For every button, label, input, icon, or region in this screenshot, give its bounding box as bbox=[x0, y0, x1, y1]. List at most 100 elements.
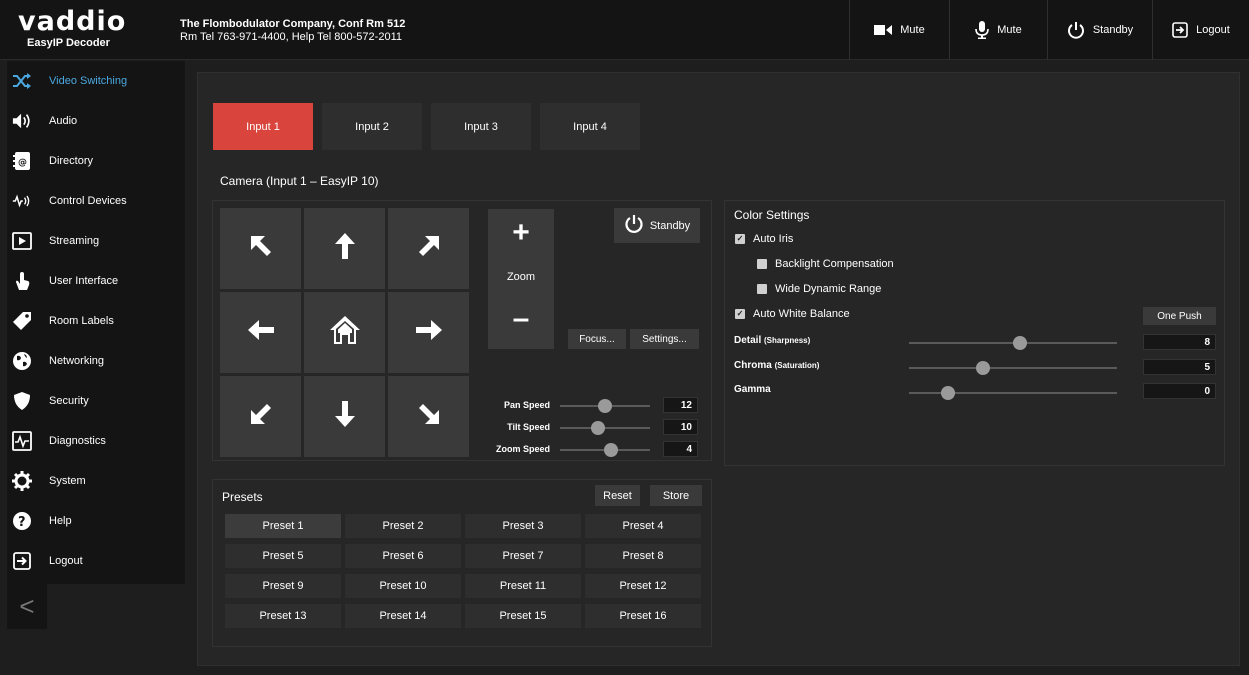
detail-sublabel: (Sharpness) bbox=[764, 336, 811, 345]
logout-icon bbox=[12, 551, 32, 571]
sidebar-item-label: Video Switching bbox=[49, 75, 128, 87]
sidebar-item-control-devices[interactable]: Control Devices bbox=[7, 181, 185, 221]
speaker-icon bbox=[12, 111, 32, 131]
header-bar: vaddio EasyIP Decoder The Flombodulator … bbox=[0, 0, 1249, 60]
tilt-up-button[interactable] bbox=[304, 208, 385, 289]
preset-button[interactable]: Preset 14 bbox=[345, 604, 461, 628]
backlight-compensation-checkbox[interactable]: Backlight Compensation bbox=[757, 258, 894, 270]
pan-speed-slider-handle[interactable] bbox=[598, 399, 612, 413]
pan-right-button[interactable] bbox=[388, 292, 469, 373]
wide-dynamic-range-checkbox[interactable]: Wide Dynamic Range bbox=[757, 283, 881, 295]
preset-button[interactable]: Preset 6 bbox=[345, 544, 461, 568]
sidebar-item-audio[interactable]: Audio bbox=[7, 101, 185, 141]
power-icon bbox=[1067, 21, 1085, 39]
auto-iris-label: Auto Iris bbox=[753, 233, 794, 245]
preset-button[interactable]: Preset 9 bbox=[225, 574, 341, 598]
sidebar-item-label: System bbox=[49, 475, 86, 487]
sidebar-item-label: Control Devices bbox=[49, 195, 127, 207]
color-settings-panel: Color Settings ✓ Auto Iris Backlight Comp… bbox=[724, 200, 1225, 466]
company-phones: Rm Tel 763-971-4400, Help Tel 800-572-20… bbox=[180, 31, 402, 43]
header-standby-button[interactable]: Standby bbox=[1047, 0, 1152, 60]
pan-left-button[interactable] bbox=[220, 292, 301, 373]
preset-button[interactable]: Preset 13 bbox=[225, 604, 341, 628]
gamma-value[interactable]: 0 bbox=[1143, 383, 1216, 399]
pan-down-right-button[interactable] bbox=[388, 376, 469, 457]
one-push-button[interactable]: One Push bbox=[1143, 307, 1216, 325]
audio-mute-button[interactable]: Mute bbox=[949, 0, 1047, 60]
preset-button[interactable]: Preset 15 bbox=[465, 604, 581, 628]
sidebar-item-label: Security bbox=[49, 395, 89, 407]
sidebar-item-streaming[interactable]: Streaming bbox=[7, 221, 185, 261]
tilt-speed-value[interactable]: 10 bbox=[663, 419, 698, 435]
sidebar-item-networking[interactable]: Networking bbox=[7, 341, 185, 381]
sidebar-item-logout[interactable]: Logout bbox=[7, 541, 185, 581]
settings-button[interactable]: Settings... bbox=[630, 329, 699, 349]
tab-input-4[interactable]: Input 4 bbox=[540, 103, 640, 150]
pan-up-left-button[interactable] bbox=[220, 208, 301, 289]
gamma-slider[interactable] bbox=[909, 392, 1117, 394]
detail-value[interactable]: 8 bbox=[1143, 334, 1216, 350]
sidebar-nav: Video Switching Audio @ Directory Contro… bbox=[7, 61, 185, 584]
sidebar-item-label: Networking bbox=[49, 355, 105, 367]
app-window: vaddio EasyIP Decoder The Flombodulator … bbox=[0, 0, 1249, 675]
presets-panel: Presets Reset Store Preset 1 Preset 2 Pres… bbox=[212, 479, 712, 647]
pan-speed-value[interactable]: 12 bbox=[663, 397, 698, 413]
arrow-down-icon bbox=[334, 400, 356, 433]
pan-up-right-button[interactable] bbox=[388, 208, 469, 289]
tab-input-2[interactable]: Input 2 bbox=[322, 103, 422, 150]
sidebar-item-directory[interactable]: @ Directory bbox=[7, 141, 185, 181]
globe-icon bbox=[12, 351, 32, 371]
video-mute-button[interactable]: Mute bbox=[849, 0, 949, 60]
tab-input-3[interactable]: Input 3 bbox=[431, 103, 531, 150]
focus-button[interactable]: Focus... bbox=[568, 329, 626, 349]
preset-button[interactable]: Preset 5 bbox=[225, 544, 341, 568]
chroma-slider-handle[interactable] bbox=[976, 361, 991, 375]
zoom-speed-value[interactable]: 4 bbox=[663, 441, 698, 457]
camera-standby-button[interactable]: Standby bbox=[614, 208, 700, 243]
sidebar-item-help[interactable]: ? Help bbox=[7, 501, 185, 541]
chevron-left-icon: < bbox=[19, 591, 35, 621]
preset-reset-button[interactable]: Reset bbox=[595, 485, 640, 506]
gear-icon bbox=[12, 471, 32, 491]
sidebar-item-diagnostics[interactable]: Diagnostics bbox=[7, 421, 185, 461]
chroma-value[interactable]: 5 bbox=[1143, 359, 1216, 375]
chroma-slider[interactable] bbox=[909, 367, 1117, 369]
preset-button[interactable]: Preset 4 bbox=[585, 514, 701, 538]
gamma-slider-handle[interactable] bbox=[941, 386, 956, 400]
sidebar-item-security[interactable]: Security bbox=[7, 381, 185, 421]
preset-button[interactable]: Preset 7 bbox=[465, 544, 581, 568]
header-logout-button[interactable]: Logout bbox=[1152, 0, 1249, 60]
sidebar-item-room-labels[interactable]: Room Labels bbox=[7, 301, 185, 341]
auto-iris-checkbox[interactable]: ✓ Auto Iris bbox=[735, 233, 793, 245]
auto-white-balance-checkbox[interactable]: ✓ Auto White Balance bbox=[735, 308, 850, 320]
zoom-out-button[interactable]: – bbox=[488, 299, 554, 339]
sidebar-item-user-interface[interactable]: User Interface bbox=[7, 261, 185, 301]
tilt-down-button[interactable] bbox=[304, 376, 385, 457]
preset-button[interactable]: Preset 3 bbox=[465, 514, 581, 538]
preset-button[interactable]: Preset 11 bbox=[465, 574, 581, 598]
home-button[interactable] bbox=[304, 292, 385, 373]
sidebar-collapse-button[interactable]: < bbox=[7, 584, 47, 629]
pan-down-left-button[interactable] bbox=[220, 376, 301, 457]
power-icon bbox=[624, 214, 644, 237]
touch-icon bbox=[12, 271, 32, 291]
tilt-speed-slider[interactable] bbox=[560, 427, 650, 429]
tilt-speed-slider-handle[interactable] bbox=[590, 421, 605, 435]
preset-button[interactable]: Preset 16 bbox=[585, 604, 701, 628]
company-info: The Flombodulator Company, Conf Rm 512 R… bbox=[180, 18, 405, 44]
sidebar-item-system[interactable]: System bbox=[7, 461, 185, 501]
detail-slider-handle[interactable] bbox=[1012, 336, 1027, 350]
preset-button[interactable]: Preset 8 bbox=[585, 544, 701, 568]
preset-button[interactable]: Preset 2 bbox=[345, 514, 461, 538]
preset-store-button[interactable]: Store bbox=[650, 485, 702, 506]
arrow-up-left-icon bbox=[248, 233, 274, 264]
zoom-in-button[interactable]: + bbox=[488, 213, 554, 253]
preset-button[interactable]: Preset 12 bbox=[585, 574, 701, 598]
tab-input-1[interactable]: Input 1 bbox=[213, 103, 313, 150]
tilt-speed-label: Tilt Speed bbox=[507, 422, 550, 432]
preset-button[interactable]: Preset 1 bbox=[225, 514, 341, 538]
sidebar-item-video-switching[interactable]: Video Switching bbox=[7, 61, 185, 101]
preset-button[interactable]: Preset 10 bbox=[345, 574, 461, 598]
main-content: Input 1 Input 2 Input 3 Input 4 Camera (… bbox=[197, 72, 1240, 666]
zoom-speed-slider-handle[interactable] bbox=[604, 443, 619, 457]
